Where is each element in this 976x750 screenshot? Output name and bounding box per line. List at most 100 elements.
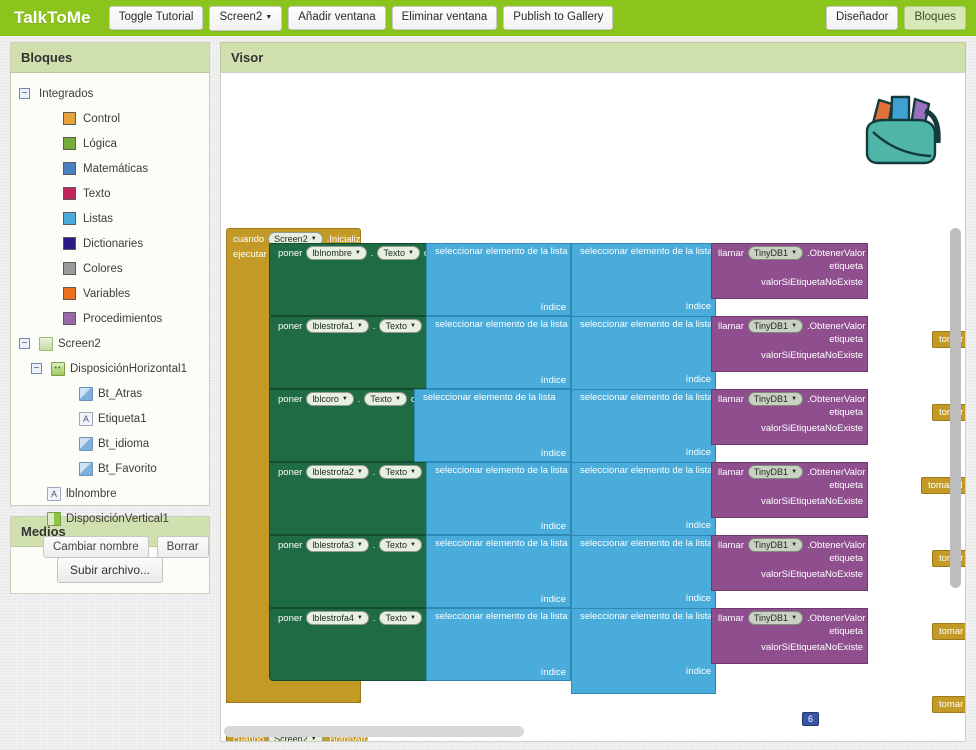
tag-label: etiqueta: [829, 553, 863, 564]
select-list-item-outer-0[interactable]: seleccionar elemento de la lista índice: [426, 243, 571, 316]
novalue-label: valorSiEtiquetaNoExiste: [761, 350, 863, 361]
setter-property-value: Texto: [385, 613, 407, 623]
tag-label: etiqueta: [829, 626, 863, 637]
tree-group-disposicionhorizontal1[interactable]: •• DisposiciónHorizontal1: [11, 356, 209, 381]
setter-set-label: poner: [278, 539, 303, 551]
select-list-item-outer-5[interactable]: seleccionar elemento de la lista índice: [426, 608, 571, 681]
palette-item-dictionaries[interactable]: Dictionaries: [11, 231, 209, 256]
setter-component-field[interactable]: lblcoro ▼: [306, 392, 354, 406]
collapse-icon[interactable]: [31, 363, 42, 374]
color-swatch-icon: [63, 162, 76, 175]
collapse-icon[interactable]: [19, 338, 30, 349]
tinydb-component-field[interactable]: TinyDB1 ▼: [747, 538, 804, 552]
palette-item-colores[interactable]: Colores: [11, 256, 209, 281]
setter-component-field[interactable]: lblnombre ▼: [306, 246, 367, 260]
select-list-item-outer-2[interactable]: seleccionar elemento de la lista índice: [414, 389, 571, 462]
setter-property-field[interactable]: Texto ▼: [364, 392, 407, 406]
setter-set-label: poner: [278, 320, 303, 332]
select-list-item-outer-1[interactable]: seleccionar elemento de la lista índice: [426, 316, 571, 389]
setter-block-5[interactable]: poner lblestrofa4▼ . Texto▼ como ❙: [269, 608, 462, 681]
tinydb-component-field[interactable]: TinyDB1 ▼: [747, 465, 804, 479]
setter-property-field[interactable]: Texto ▼: [377, 246, 420, 260]
tree-item-bt-atras[interactable]: Bt_Atras: [11, 381, 209, 406]
blocks-toggle-button[interactable]: Bloques: [904, 6, 966, 30]
setter-property-field[interactable]: Texto ▼: [379, 538, 422, 552]
screen-selector-button[interactable]: Screen2 ▼: [209, 5, 283, 31]
setter-block-3[interactable]: poner lblestrofa2▼ . Texto▼ como ❙: [269, 462, 462, 535]
tree-label-bt-idioma: Bt_idioma: [98, 437, 150, 450]
publish-gallery-button[interactable]: Publish to Gallery: [503, 6, 614, 30]
select-list-item-outer-3[interactable]: seleccionar elemento de la lista índice: [426, 462, 571, 535]
index-label: índice: [685, 666, 711, 677]
select-list-label: seleccionar elemento de la lista: [580, 538, 713, 549]
chevron-down-icon: ▼: [791, 323, 798, 329]
select-list-label: seleccionar elemento de la lista: [580, 611, 713, 622]
select-list-item-outer-4[interactable]: seleccionar elemento de la lista índice: [426, 535, 571, 608]
palette-item-listas[interactable]: Listas: [11, 206, 209, 231]
tree-item-bt-idioma[interactable]: Bt_idioma: [11, 431, 209, 456]
setter-component-field[interactable]: lblestrofa1 ▼: [306, 319, 369, 333]
palette-item-control[interactable]: Control: [11, 106, 209, 131]
remove-screen-button[interactable]: Eliminar ventana: [391, 6, 498, 30]
index-number-5[interactable]: 6: [802, 712, 820, 726]
setter-property-field[interactable]: Texto ▼: [379, 465, 422, 479]
palette-item-logica[interactable]: Lógica: [11, 131, 209, 156]
setter-block-0[interactable]: poner lblnombre▼ . Texto▼ como ❙: [269, 243, 460, 316]
setter-component-field[interactable]: lblestrofa3 ▼: [306, 538, 369, 552]
tinydb-getvalue-block-1[interactable]: llamar TinyDB1 ▼ .ObtenerValor etiqueta v…: [711, 316, 868, 372]
collapse-icon[interactable]: [19, 88, 30, 99]
canvas-vertical-scrollbar[interactable]: [950, 228, 961, 588]
tag-label: etiqueta: [829, 261, 863, 272]
dot-separator: .: [372, 320, 376, 332]
palette-item-variables[interactable]: Variables: [11, 281, 209, 306]
blocks-canvas[interactable]: cuando Screen2 ▼ .Inicializar ejecutar po…: [220, 72, 966, 742]
canvas-horizontal-scrollbar[interactable]: [224, 726, 524, 737]
setter-property-field[interactable]: Texto ▼: [379, 611, 422, 625]
chevron-down-icon: ▼: [356, 542, 363, 548]
palette-label-procedimientos: Procedimientos: [83, 312, 163, 325]
tinydb-component-value: TinyDB1: [753, 613, 789, 623]
tree-item-bt-favorito[interactable]: Bt_Favorito: [11, 456, 209, 481]
tinydb-getvalue-block-4[interactable]: llamar TinyDB1 ▼ .ObtenerValor etiqueta v…: [711, 535, 868, 591]
tinydb-getvalue-block-0[interactable]: llamar TinyDB1 ▼ .ObtenerValor etiqueta v…: [711, 243, 868, 299]
select-list-item-inner-5[interactable]: seleccionar elemento de la lista índice: [571, 608, 716, 694]
tinydb-getvalue-block-3[interactable]: llamar TinyDB1 ▼ .ObtenerValor etiqueta v…: [711, 462, 868, 518]
tree-item-disposicionvertical1[interactable]: DisposiciónVertical1: [11, 506, 209, 531]
get-start-value-plug-4[interactable]: tomar el valor inicial: [932, 623, 965, 640]
dot-separator: .: [370, 247, 374, 259]
tree-group-screen2[interactable]: Screen2: [11, 331, 209, 356]
setter-property-field[interactable]: Texto ▼: [379, 319, 422, 333]
add-screen-button[interactable]: Añadir ventana: [288, 6, 386, 30]
upload-file-button[interactable]: Subir archivo...: [56, 557, 164, 583]
tinydb-component-field[interactable]: TinyDB1 ▼: [747, 611, 804, 625]
tinydb-getvalue-block-5[interactable]: llamar TinyDB1 ▼ .ObtenerValor etiqueta v…: [711, 608, 868, 664]
tree-item-etiqueta1[interactable]: A Etiqueta1: [11, 406, 209, 431]
toggle-tutorial-button[interactable]: Toggle Tutorial: [108, 6, 204, 30]
setter-block-1[interactable]: poner lblestrofa1▼ . Texto▼ como ❙: [269, 316, 462, 389]
tree-item-lblnombre[interactable]: A lblnombre: [11, 481, 209, 506]
color-swatch-icon: [63, 187, 76, 200]
rename-button[interactable]: Cambiar nombre: [43, 536, 149, 558]
novalue-label: valorSiEtiquetaNoExiste: [761, 642, 863, 653]
backpack-icon[interactable]: [855, 85, 947, 174]
call-label: llamar: [718, 466, 744, 478]
delete-button[interactable]: Borrar: [156, 536, 209, 558]
palette-item-texto[interactable]: Texto: [11, 181, 209, 206]
tinydb-getvalue-block-2[interactable]: llamar TinyDB1 ▼ .ObtenerValor etiqueta v…: [711, 389, 868, 445]
tinydb-component-field[interactable]: TinyDB1 ▼: [747, 319, 804, 333]
palette-item-procedimientos[interactable]: Procedimientos: [11, 306, 209, 331]
get-start-value-plug-5[interactable]: tomar el valor inicial: [932, 696, 965, 713]
designer-toggle-button[interactable]: Diseñador: [826, 6, 899, 30]
novalue-label: valorSiEtiquetaNoExiste: [761, 423, 863, 434]
call-label: llamar: [718, 393, 744, 405]
setter-component-field[interactable]: lblestrofa2 ▼: [306, 465, 369, 479]
setter-block-4[interactable]: poner lblestrofa3▼ . Texto▼ como ❙: [269, 535, 462, 608]
left-sidebar: Bloques Integrados Control Lógica Matemá…: [10, 42, 210, 594]
tree-group-integrados[interactable]: Integrados: [11, 81, 209, 106]
setter-component-field[interactable]: lblestrofa4 ▼: [306, 611, 369, 625]
palette-item-matematicas[interactable]: Matemáticas: [11, 156, 209, 181]
index-label: índice: [685, 374, 711, 385]
tree-label-disposicionvertical1: DisposiciónVertical1: [66, 512, 169, 525]
tinydb-component-field[interactable]: TinyDB1 ▼: [747, 246, 804, 260]
tinydb-component-field[interactable]: TinyDB1 ▼: [747, 392, 804, 406]
